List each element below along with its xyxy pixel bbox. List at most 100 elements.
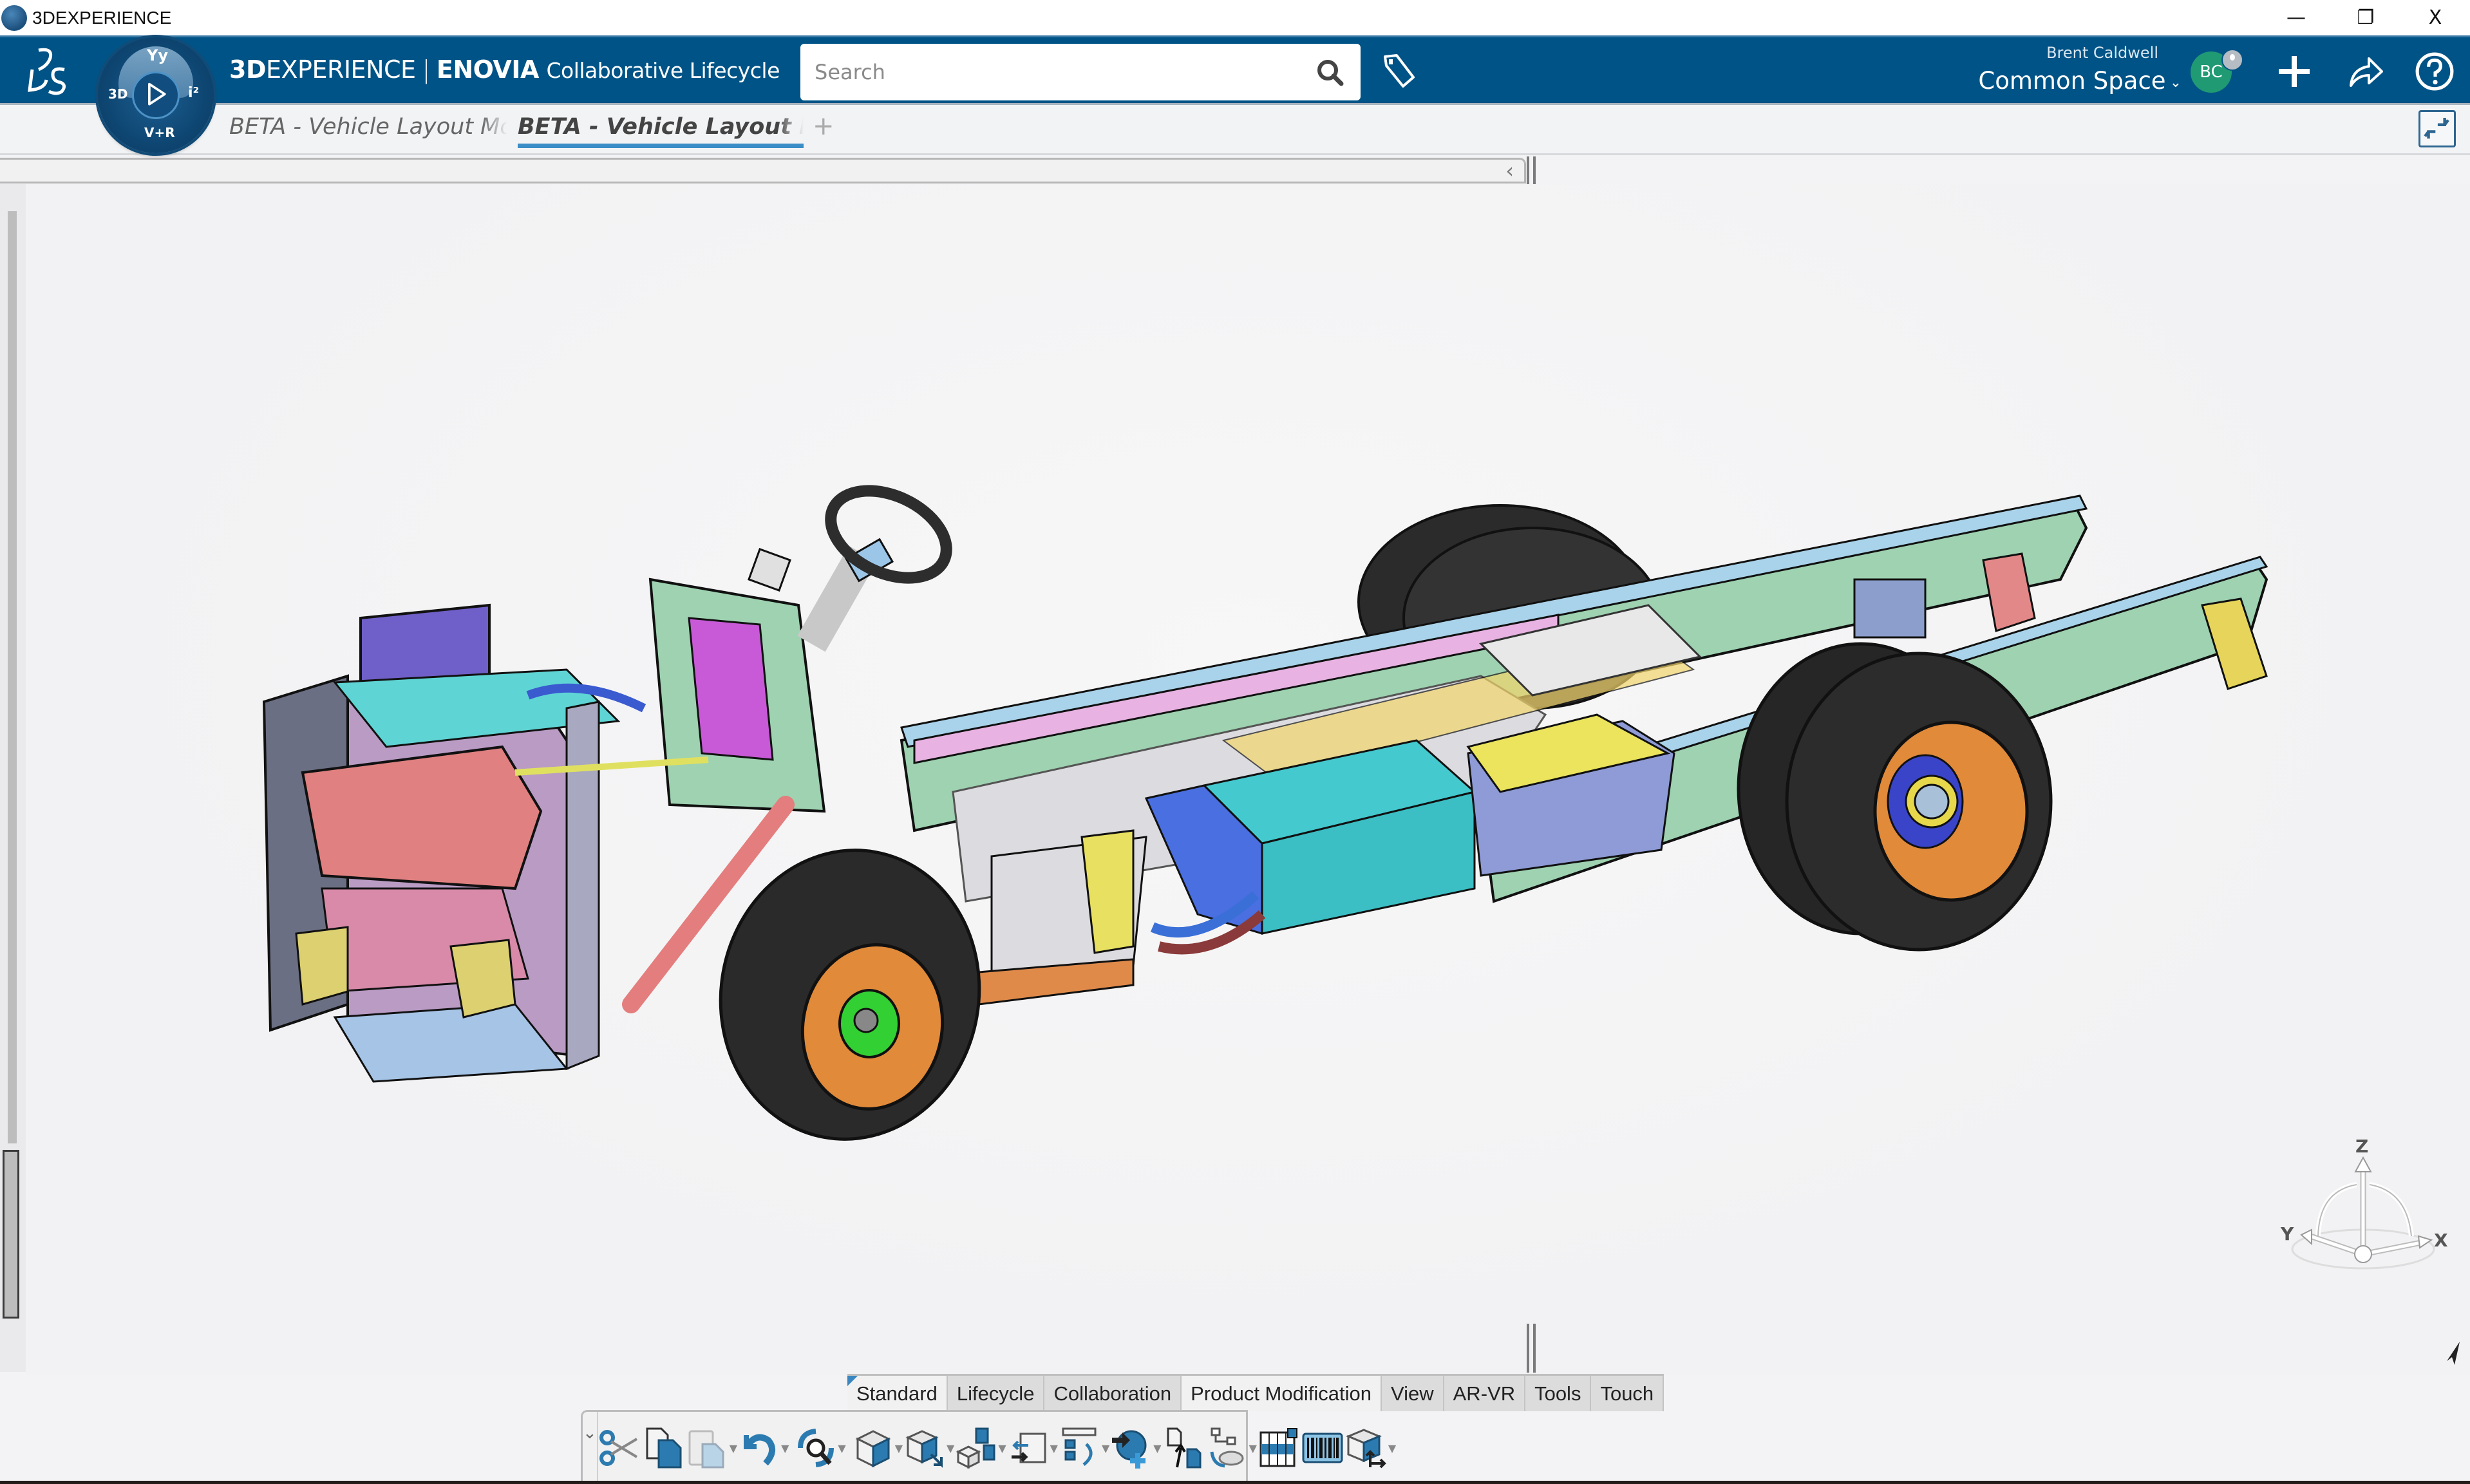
tab-touch[interactable]: Touch <box>1591 1376 1664 1411</box>
tab-collaboration[interactable]: Collaboration <box>1044 1376 1182 1411</box>
tab-product-modification[interactable]: Product Modification <box>1182 1376 1382 1411</box>
move-product-icon <box>1346 1429 1386 1469</box>
tab-lifecycle[interactable]: Lifecycle <box>947 1376 1045 1411</box>
axis-label-z: Z <box>2355 1136 2369 1157</box>
search-icon[interactable] <box>1315 58 1345 88</box>
replace-product-dropdown[interactable]: ▼ <box>947 1416 954 1480</box>
search-in-model-button[interactable] <box>794 1416 838 1480</box>
paste-dropdown[interactable]: ▼ <box>730 1416 737 1480</box>
replace-product-button[interactable] <box>903 1416 947 1480</box>
undo-icon <box>744 1434 776 1466</box>
barcode-icon <box>1302 1432 1343 1463</box>
splitter-handle-bottom[interactable] <box>1527 1324 1536 1373</box>
3d-viewport[interactable]: Z Y X <box>26 184 2470 1375</box>
chevron-down-icon: ⌄ <box>2169 75 2182 91</box>
tab-view[interactable]: View <box>1381 1376 1444 1411</box>
axis-label-y: Y <box>2281 1223 2294 1244</box>
tree-scrollbar[interactable] <box>0 184 26 1372</box>
insert-existing-dropdown[interactable]: ▼ <box>1153 1416 1161 1480</box>
document-tabbar: BETA - Vehicle Layout Model BETA - Vehic… <box>0 105 2470 155</box>
scrollbar-thumb[interactable] <box>3 1150 19 1319</box>
tab-vehicle-layout-model-1[interactable]: BETA - Vehicle Layout Model <box>229 114 507 140</box>
search-box <box>800 44 1361 100</box>
new-product-dropdown[interactable]: ▼ <box>895 1416 903 1480</box>
insert-existing-icon <box>1112 1430 1147 1469</box>
reorder-tree-dropdown[interactable]: ▼ <box>1102 1416 1109 1480</box>
axis-triad-icon <box>2291 1156 2435 1270</box>
close-button[interactable]: X <box>2400 0 2470 35</box>
collapse-arrows-icon <box>2424 117 2449 139</box>
tab-standard[interactable]: Standard <box>847 1376 948 1411</box>
brand-experience: EXPERIENCE <box>265 55 416 84</box>
vehicle-model[interactable] <box>26 184 2470 1375</box>
scrollbar-track[interactable] <box>8 211 17 1143</box>
insert-existing-button[interactable] <box>1109 1416 1153 1480</box>
duplicate-icon <box>956 1427 995 1469</box>
move-product-button[interactable] <box>1344 1416 1388 1480</box>
move-product-dropdown[interactable]: ▼ <box>1388 1416 1396 1480</box>
front-right-wheel[interactable] <box>698 830 1002 1160</box>
attribute-table-button[interactable] <box>1257 1416 1301 1480</box>
scissors-icon <box>599 1430 637 1466</box>
minimize-button[interactable]: — <box>2261 0 2331 35</box>
window-title: 3DEXPERIENCE <box>32 7 172 28</box>
brand-product: ENOVIA <box>436 55 540 84</box>
related-data-dropdown[interactable]: ▼ <box>1249 1416 1257 1480</box>
app-name: Collaborative Lifecycle <box>546 58 780 83</box>
undo-dropdown[interactable]: ▼ <box>781 1416 789 1480</box>
share-button[interactable] <box>2343 49 2388 94</box>
collaborative-space-selector[interactable]: Common Space ⌄ <box>1978 67 2182 95</box>
app-window: 3DEXPERIENCE — ❐ X 3DEXPERIENCE | ENOVIA C… <box>0 0 2470 1484</box>
tab-fade <box>778 114 804 144</box>
barcode-button[interactable] <box>1301 1416 1344 1480</box>
cut-button[interactable] <box>598 1416 642 1480</box>
user-name[interactable]: Brent Caldwell <box>2046 44 2158 62</box>
plus-icon <box>2279 56 2310 87</box>
new-product-button[interactable] <box>851 1416 895 1480</box>
related-data-icon <box>1210 1427 1244 1468</box>
space-name: Common Space <box>1978 67 2166 95</box>
compass-widget[interactable]: Yy 3D i² V+R <box>98 37 214 153</box>
action-bar-collapse-button[interactable]: ⌄ <box>583 1412 598 1484</box>
app-icon <box>1 5 27 31</box>
add-button[interactable] <box>2272 49 2317 94</box>
relations-icon <box>1167 1427 1202 1469</box>
restore-view-button[interactable] <box>2418 110 2456 147</box>
dassault-logo-icon[interactable] <box>19 44 71 99</box>
copy-icon <box>646 1427 682 1469</box>
search-input[interactable] <box>815 60 1304 84</box>
os-taskbar <box>0 1481 2470 1484</box>
collapse-panel-button[interactable]: ‹ <box>1505 158 1514 183</box>
copy-button[interactable] <box>642 1416 686 1480</box>
duplicate-button[interactable] <box>954 1416 998 1480</box>
compass-label-top: Yy <box>147 46 169 64</box>
search-in-model-dropdown[interactable]: ▼ <box>838 1416 845 1480</box>
axis-triad[interactable]: Z Y X <box>2273 1136 2453 1288</box>
compass-play-button[interactable] <box>132 71 180 119</box>
duplicate-dropdown[interactable]: ▼ <box>998 1416 1006 1480</box>
tab-ar-vr[interactable]: AR-VR <box>1444 1376 1526 1411</box>
tab-label: BETA - Vehicle Layout Model <box>518 114 804 140</box>
restore-button[interactable]: ❐ <box>2331 0 2400 35</box>
play-icon <box>148 82 166 106</box>
top-bar: 3DEXPERIENCE | ENOVIA Collaborative Lifecy… <box>0 35 2470 105</box>
undo-button[interactable] <box>737 1416 781 1480</box>
paste-button[interactable] <box>686 1416 730 1480</box>
related-data-button[interactable] <box>1205 1416 1249 1480</box>
share-icon <box>2350 57 2383 87</box>
reorder-tree-icon <box>1062 1427 1097 1466</box>
tab-vehicle-layout-model-2[interactable]: BETA - Vehicle Layout Model <box>518 114 804 148</box>
reorder-tree-button[interactable] <box>1058 1416 1102 1480</box>
tab-tools[interactable]: Tools <box>1525 1376 1592 1411</box>
add-tab-button[interactable]: + <box>813 111 834 141</box>
import-button[interactable] <box>1006 1416 1050 1480</box>
tag-icon[interactable] <box>1380 52 1419 90</box>
new-product-cube-icon <box>855 1430 891 1468</box>
help-button[interactable] <box>2412 49 2457 94</box>
compass-label-left: 3D <box>108 86 128 102</box>
window-controls: — ❐ X <box>2261 0 2470 35</box>
import-icon <box>1011 1432 1046 1463</box>
rear-right-wheel[interactable] <box>1737 642 2053 952</box>
import-dropdown[interactable]: ▼ <box>1050 1416 1058 1480</box>
relations-button[interactable] <box>1162 1416 1205 1480</box>
